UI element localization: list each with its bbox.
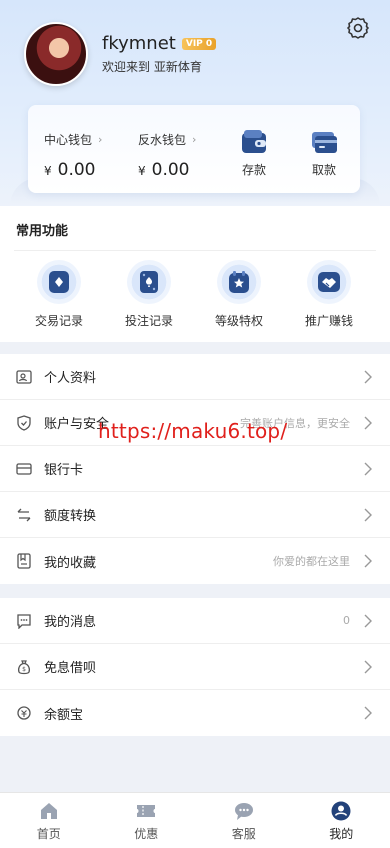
rebate-wallet-label-text: 反水钱包 [138,133,187,147]
chevron-right-icon [364,508,372,522]
chevron-right-icon [364,706,372,720]
welcome-text: 欢迎来到 亚新体育 [102,60,202,74]
avatar[interactable] [24,22,88,86]
menu-item-bank-card[interactable]: 银行卡 [0,446,390,492]
menu-item-balance-treasure[interactable]: 余额宝 [0,690,390,736]
tab-label: 客服 [231,827,256,841]
bottom-tab-bar: 首页 优惠 客服 我的 [0,792,390,848]
menu-label: 个人资料 [44,371,97,386]
tab-label: 我的 [329,827,354,841]
center-wallet-label: 中心钱包 › [44,131,102,148]
watermark-url: https://maku6.top/ [98,419,288,443]
chevron-right-icon [364,660,372,674]
chat-icon [233,801,255,821]
menu-label: 余额宝 [44,707,84,723]
menu-item-profile[interactable]: 个人资料 [0,354,390,400]
func-promotion[interactable]: 推广赚钱 [289,260,369,329]
bank-card-icon [16,461,32,477]
message-count: 0 [343,614,350,627]
center-wallet-value: 0.00 [57,160,96,180]
username-row: fkymnet VIP 0 [102,33,217,54]
tab-promotions[interactable]: 优惠 [98,793,196,848]
menu-item-loan[interactable]: $ 免息借呗 [0,644,390,690]
func-label: 等级特权 [214,314,263,328]
chevron-right-icon [364,416,372,430]
menu-group-services: 我的消息 0 $ 免息借呗 余额宝 [0,598,390,736]
center-wallet-label-text: 中心钱包 [44,133,93,147]
promotion-handshake-icon [307,260,351,304]
tab-label: 优惠 [134,827,159,841]
rebate-wallet-value: 0.00 [151,160,190,180]
menu-label: 银行卡 [44,463,84,478]
center-wallet[interactable]: 中心钱包 › ¥0.00 [44,131,102,180]
level-privilege-icon [217,260,261,304]
chevron-right-icon [364,370,372,384]
shield-icon [16,414,32,431]
vip-badge: VIP 0 [181,37,217,50]
func-label: 投注记录 [124,314,173,328]
section-title: 常用功能 [16,224,69,239]
chevron-right-icon: › [192,133,197,146]
wallet-card: 中心钱包 › ¥0.00 反水钱包 › ¥0.00 存款 取款 [28,105,360,193]
deposit-button[interactable]: 存款 [234,127,274,178]
rebate-wallet[interactable]: 反水钱包 › ¥0.00 [138,131,196,180]
func-transaction-record[interactable]: 交易记录 [19,260,99,329]
tab-home[interactable]: 首页 [0,793,98,848]
settings-gear-icon[interactable] [346,16,370,40]
center-wallet-amount: ¥0.00 [44,160,102,180]
tab-label: 首页 [36,827,61,841]
tab-customer-service[interactable]: 客服 [195,793,293,848]
profile-text: fkymnet VIP 0 欢迎来到 亚新体育 [102,33,217,75]
currency-symbol: ¥ [44,164,52,178]
chevron-right-icon [364,554,372,568]
menu-label: 免息借呗 [44,661,97,676]
func-label: 交易记录 [34,314,83,328]
withdraw-label: 取款 [311,163,336,177]
func-bet-record[interactable]: 投注记录 [109,260,189,329]
rebate-wallet-label: 反水钱包 › [138,131,196,148]
menu-label: 我的消息 [44,615,97,630]
divider [14,250,376,251]
chevron-right-icon [364,462,372,476]
username: fkymnet [102,33,176,54]
svg-text:$: $ [22,666,26,673]
rebate-wallet-amount: ¥0.00 [138,160,196,180]
chevron-right-icon: › [98,133,103,146]
withdraw-button[interactable]: 取款 [304,127,344,178]
wallet-deposit-icon [239,127,269,157]
func-label: 推广赚钱 [304,314,353,328]
menu-hint: 你爱的都在这里 [273,555,350,568]
coin-icon [16,705,32,721]
menu-item-messages[interactable]: 我的消息 0 [0,598,390,644]
transaction-record-icon [37,260,81,304]
card-withdraw-icon [309,127,339,157]
transfer-arrows-icon [16,507,32,523]
tab-mine[interactable]: 我的 [293,793,390,848]
profile-section: fkymnet VIP 0 欢迎来到 亚新体育 [24,22,217,86]
money-bag-icon: $ [16,659,32,675]
menu-item-transfer[interactable]: 额度转换 [0,492,390,538]
bet-record-icon [127,260,171,304]
bookmark-icon [16,553,32,569]
chevron-right-icon [364,614,372,628]
menu-label: 额度转换 [44,509,97,524]
menu-group-account: 个人资料 账户与安全 完善账户信息，更安全 银行卡 额度转换 我的收藏 你爱的都… [0,354,390,584]
ticket-icon [135,801,157,821]
common-functions-section: 常用功能 交易记录 投注记录 等级特权 推广赚钱 [0,206,390,342]
user-icon [330,801,352,821]
func-level-privilege[interactable]: 等级特权 [199,260,279,329]
home-icon [38,801,60,821]
message-icon [16,613,32,629]
deposit-label: 存款 [241,163,266,177]
currency-symbol: ¥ [138,164,146,178]
menu-item-favorites[interactable]: 我的收藏 你爱的都在这里 [0,538,390,584]
profile-card-icon [16,369,32,385]
menu-label: 我的收藏 [44,555,97,571]
